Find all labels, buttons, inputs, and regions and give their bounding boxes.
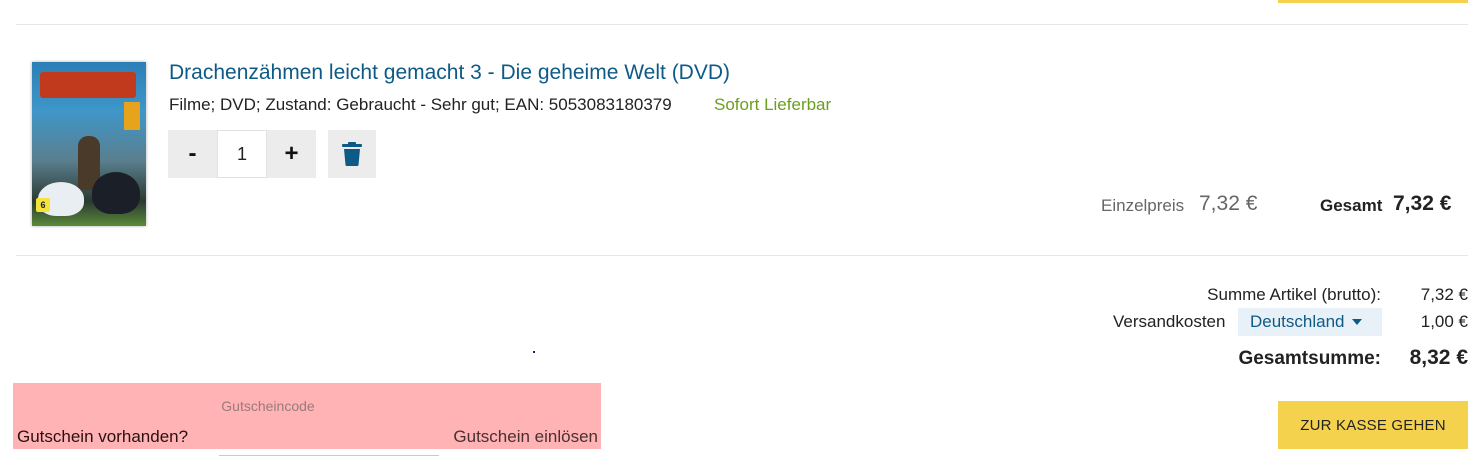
- voucher-panel: Gutscheincode Gutschein vorhanden? Gutsc…: [13, 383, 601, 449]
- grand-total-label: Gesamtsumme:: [1238, 348, 1381, 369]
- items-sum-label: Summe Artikel (brutto):: [1207, 285, 1381, 304]
- line-total-label: Gesamt: [1320, 196, 1383, 215]
- unit-price-label: Einzelpreis: [1101, 196, 1185, 215]
- grand-total-value: 8,32 €: [1409, 346, 1468, 369]
- previous-checkout-button-edge[interactable]: [1278, 0, 1468, 3]
- cover-title-band: [40, 72, 136, 98]
- voucher-input-edge[interactable]: [219, 455, 439, 456]
- items-sum-value: 7,32 €: [1420, 285, 1468, 304]
- line-total-value: 7,32 €: [1393, 192, 1452, 215]
- availability-status: Sofort Lieferbar: [714, 95, 832, 114]
- shipping-country-select[interactable]: Deutschland: [1238, 308, 1382, 336]
- increment-button[interactable]: +: [267, 130, 316, 178]
- redeem-voucher-button[interactable]: Gutschein einlösen: [453, 427, 598, 447]
- dvd-cover-image[interactable]: 6: [32, 62, 146, 226]
- cover-black-dragon: [92, 172, 140, 214]
- shipping-value: 1,00 €: [1420, 312, 1468, 331]
- trash-icon: [342, 142, 362, 166]
- quantity-stepper: - +: [168, 130, 316, 178]
- quantity-input[interactable]: [217, 130, 267, 178]
- checkout-button[interactable]: ZUR KASSE GEHEN: [1278, 401, 1468, 449]
- product-meta: Filme; DVD; Zustand: Gebraucht - Sehr gu…: [169, 95, 672, 114]
- fsk-rating-badge: 6: [36, 198, 50, 212]
- delete-item-button[interactable]: [328, 130, 376, 178]
- voucher-question[interactable]: Gutschein vorhanden?: [17, 427, 188, 447]
- divider-top: [16, 24, 1468, 25]
- stray-dot: [533, 351, 535, 353]
- divider-middle: [16, 255, 1468, 256]
- decrement-button[interactable]: -: [168, 130, 217, 178]
- cover-sticker: [124, 102, 140, 130]
- product-title-link[interactable]: Drachenzähmen leicht gemacht 3 - Die geh…: [169, 61, 730, 85]
- unit-price-value: 7,32 €: [1199, 192, 1258, 215]
- cart-page: 6 Drachenzähmen leicht gemacht 3 - Die g…: [0, 0, 1480, 465]
- shipping-country-value: Deutschland: [1250, 312, 1345, 331]
- voucher-code-label: Gutscheincode: [221, 398, 315, 414]
- chevron-down-icon: [1351, 319, 1362, 325]
- shipping-label: Versandkosten: [1113, 312, 1226, 331]
